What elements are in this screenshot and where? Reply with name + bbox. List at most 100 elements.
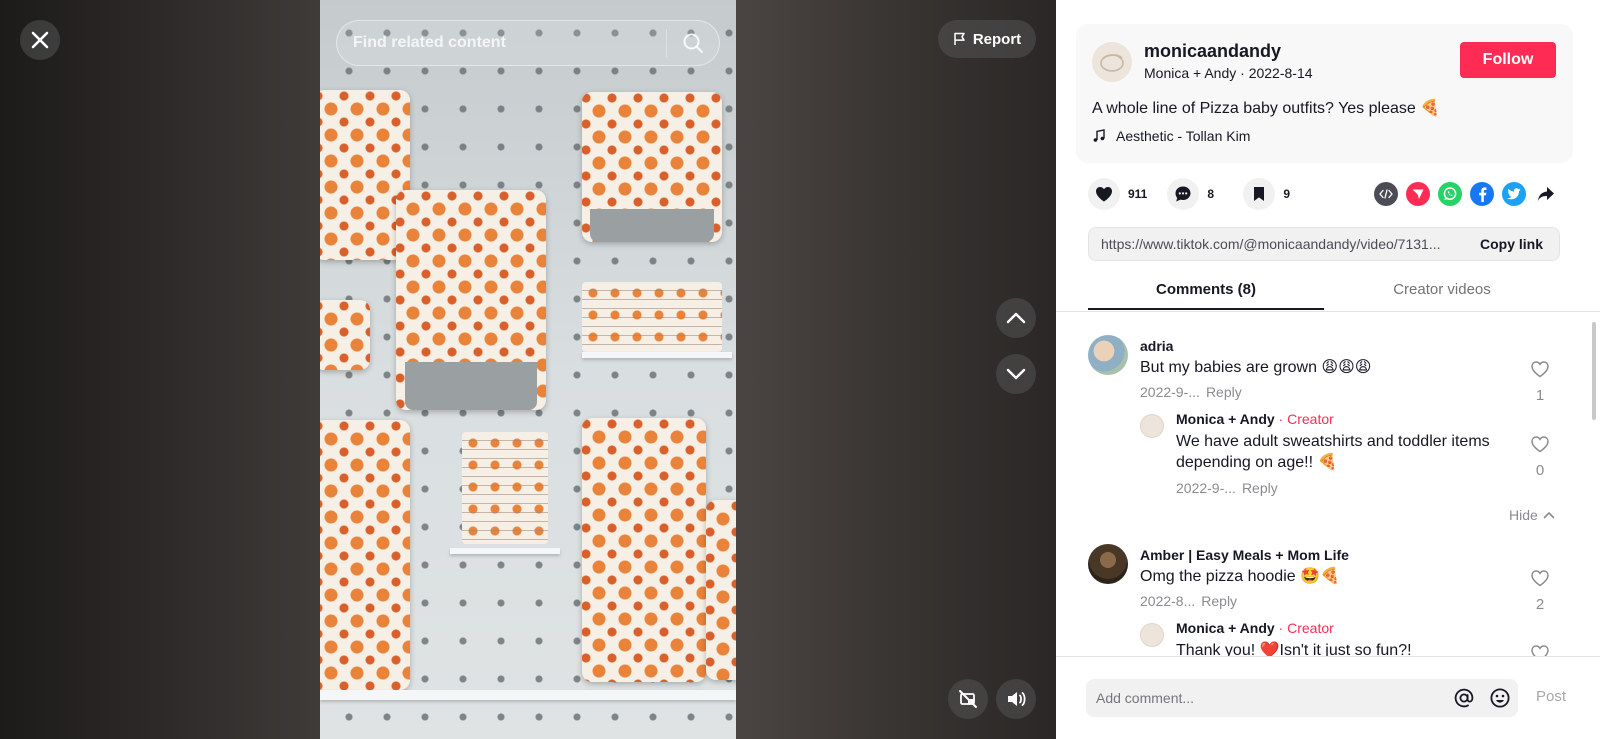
previous-video-button[interactable] <box>996 298 1036 338</box>
whatsapp-share-button[interactable] <box>1438 182 1462 206</box>
garment-image <box>396 190 546 410</box>
volume-button[interactable] <box>996 679 1036 719</box>
comment-text: Omg the pizza hoodie 🤩🍕 <box>1140 568 1340 585</box>
comment-like-button[interactable]: 2 <box>1528 569 1552 613</box>
garment-image <box>582 418 706 682</box>
twitter-share-button[interactable] <box>1502 182 1526 206</box>
comment-like-count: 1 <box>1535 387 1545 404</box>
shelf <box>582 352 732 358</box>
facebook-share-button[interactable] <box>1470 182 1494 206</box>
comment-meta: 2022-8... Reply <box>1140 593 1237 609</box>
avatar[interactable] <box>1092 42 1132 82</box>
video-player-area: Report <box>0 0 1056 739</box>
comment-action[interactable]: 8 <box>1167 178 1223 210</box>
comment-item: Amber | Easy Meals + Mom Life Omg the pi… <box>1088 544 1568 614</box>
reply-button[interactable]: Reply <box>1206 384 1242 400</box>
more-share-button[interactable] <box>1534 182 1558 206</box>
related-content-search <box>336 20 720 66</box>
comment-date: 2022-9-... <box>1140 384 1200 400</box>
reply-item: Monica + Andy · Creator We have adult sw… <box>1140 411 1568 496</box>
like-action[interactable]: 911 <box>1088 178 1147 210</box>
reply-item: Monica + Andy · Creator Thank you! ❤️Isn… <box>1140 620 1568 656</box>
hide-label: Hide <box>1509 507 1538 523</box>
panel-tabs: Comments (8) Creator videos <box>1088 276 1560 310</box>
comment-count: 8 <box>1207 187 1215 201</box>
reply-like-button[interactable] <box>1528 644 1552 656</box>
comment-icon <box>1175 186 1191 202</box>
heart-outline-icon <box>1531 645 1549 656</box>
share-link-url[interactable]: https://www.tiktok.com/@monicaandandy/vi… <box>1089 236 1464 252</box>
author-username[interactable]: monicaandandy <box>1144 41 1281 62</box>
creator-avatar[interactable] <box>1140 414 1164 438</box>
folded-stack-image <box>462 432 548 544</box>
emoji-button[interactable] <box>1482 679 1518 717</box>
picture-in-picture-button[interactable] <box>948 679 988 719</box>
music-link[interactable]: Aesthetic - Tollan Kim <box>1092 128 1250 144</box>
author-display-name[interactable]: Monica + Andy <box>1144 65 1236 81</box>
creator-badge: · Creator <box>1274 620 1334 636</box>
close-button[interactable] <box>20 20 60 60</box>
author-subline: Monica + Andy · 2022-8-14 <box>1144 65 1313 81</box>
tab-comments[interactable]: Comments (8) <box>1088 276 1324 310</box>
garment-image <box>582 92 722 242</box>
comment-scrollbar[interactable] <box>1592 322 1596 420</box>
search-input[interactable] <box>337 21 666 65</box>
post-button[interactable]: Post <box>1536 688 1566 705</box>
reply-author-name[interactable]: Monica + Andy <box>1176 411 1275 427</box>
follow-button[interactable]: Follow <box>1460 42 1556 78</box>
creator-avatar[interactable] <box>1140 623 1164 647</box>
commenter-avatar[interactable] <box>1088 335 1128 375</box>
heart-outline-icon <box>1531 436 1549 453</box>
heart-outline-icon <box>1531 361 1549 378</box>
garment-image <box>320 420 410 690</box>
bookmark-icon <box>1254 187 1265 201</box>
save-count: 9 <box>1283 187 1291 201</box>
comment-author[interactable]: adria <box>1140 338 1173 354</box>
share-link-box: https://www.tiktok.com/@monicaandandy/vi… <box>1088 227 1560 261</box>
reply-button[interactable]: Reply <box>1201 593 1237 609</box>
comment-input[interactable] <box>1086 679 1446 717</box>
mention-button[interactable] <box>1446 679 1482 717</box>
garment-image <box>320 300 370 370</box>
next-video-button[interactable] <box>996 354 1036 394</box>
at-icon <box>1454 688 1474 708</box>
whatsapp-icon <box>1443 187 1457 200</box>
reply-like-button[interactable]: 0 <box>1528 435 1552 479</box>
save-action[interactable]: 9 <box>1243 178 1299 210</box>
send-to-friends-button[interactable] <box>1406 182 1430 206</box>
copy-link-button[interactable]: Copy link <box>1464 236 1559 252</box>
heart-outline-icon <box>1531 570 1549 587</box>
reply-date: 2022-9-... <box>1176 480 1236 496</box>
reply-author: Monica + Andy · Creator <box>1176 411 1334 427</box>
comment-list: adria But my babies are grown 😩😩😩 2022-9… <box>1056 312 1600 656</box>
hide-replies-button[interactable]: Hide <box>1509 507 1555 523</box>
shelf <box>450 548 560 554</box>
music-title: Aesthetic - Tollan Kim <box>1116 128 1251 144</box>
comment-text: But my babies are grown 😩😩😩 <box>1140 359 1372 376</box>
chevron-up-icon <box>1006 312 1026 324</box>
reply-meta: 2022-9-... Reply <box>1176 480 1278 496</box>
comment-date: 2022-8... <box>1140 593 1196 609</box>
tab-creator-videos[interactable]: Creator videos <box>1324 276 1560 310</box>
embed-button[interactable] <box>1374 182 1398 206</box>
facebook-icon <box>1479 187 1487 202</box>
creator-badge: · Creator <box>1274 411 1334 427</box>
emoji-icon <box>1490 688 1510 708</box>
flag-icon <box>954 32 965 45</box>
details-panel: monicaandandy Monica + Andy · 2022-8-14 … <box>1056 0 1600 739</box>
report-label: Report <box>972 30 1022 48</box>
embed-icon <box>1379 189 1393 199</box>
video-frame[interactable] <box>320 0 736 739</box>
comment-item: adria But my babies are grown 😩😩😩 2022-9… <box>1088 335 1568 405</box>
search-button[interactable] <box>667 21 719 65</box>
heart-icon <box>1096 187 1112 202</box>
twitter-icon <box>1507 188 1521 200</box>
engagement-actions: 911 8 9 <box>1088 178 1319 210</box>
report-button[interactable]: Report <box>938 20 1036 58</box>
comment-author[interactable]: Amber | Easy Meals + Mom Life <box>1140 547 1349 563</box>
comment-like-button[interactable]: 1 <box>1528 360 1552 404</box>
reply-button[interactable]: Reply <box>1242 480 1278 496</box>
reply-like-count: 0 <box>1535 462 1545 479</box>
commenter-avatar[interactable] <box>1088 544 1128 584</box>
reply-author-name[interactable]: Monica + Andy <box>1176 620 1275 636</box>
